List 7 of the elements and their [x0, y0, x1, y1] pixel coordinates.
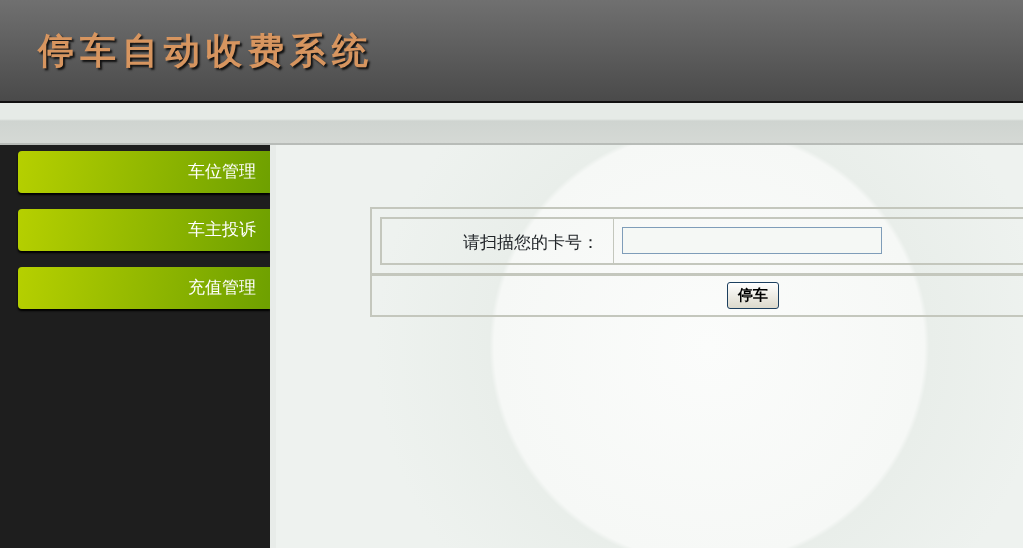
sidebar-item[interactable]: 充值管理 [18, 267, 270, 309]
sidebar-item[interactable]: 车主投诉 [18, 209, 270, 251]
card-number-input[interactable] [622, 227, 882, 254]
app-title: 停车自动收费系统 [38, 28, 374, 73]
card-number-label: 请扫描您的卡号： [382, 219, 614, 263]
sidebar-item[interactable]: 车位管理 [18, 151, 270, 193]
park-button[interactable]: 停车 [726, 282, 779, 309]
